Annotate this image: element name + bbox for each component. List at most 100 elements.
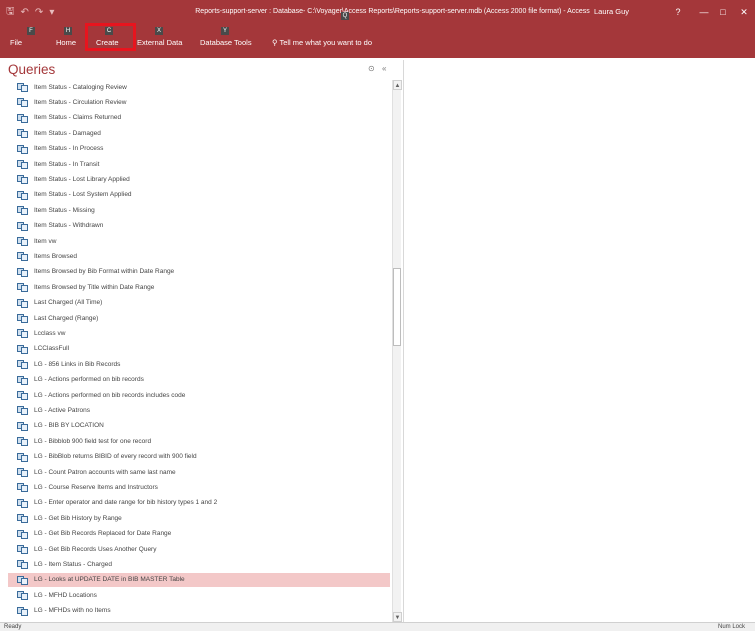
query-list-item[interactable]: LG - Get Bib Records Replaced for Date R… <box>8 527 390 541</box>
query-icon <box>17 97 29 108</box>
query-list-item[interactable]: Item Status - In Transit <box>8 157 390 171</box>
maximize-button[interactable]: □ <box>713 0 733 24</box>
status-text: Ready <box>4 624 22 630</box>
query-item-label: LG - Get Bib History by Range <box>34 514 122 522</box>
query-item-label: Item Status - Withdrawn <box>34 222 104 230</box>
query-list-item[interactable]: Item Status - Cataloging Review <box>8 80 390 94</box>
query-icon <box>17 529 29 539</box>
query-item-label: LG - Get Bib Records Replaced for Date R… <box>34 530 172 538</box>
tab-database-tools[interactable]: Database Tools <box>200 38 252 47</box>
nav-pane-header: Queries ⊙ « <box>8 60 404 80</box>
help-button[interactable]: ? <box>668 0 688 24</box>
query-item-label: LG - Course Reserve Items and Instructor… <box>34 483 158 491</box>
query-icon <box>17 482 29 493</box>
query-icon <box>17 159 29 169</box>
vertical-scrollbar[interactable]: ▲ ▼ <box>392 80 402 622</box>
query-list-item[interactable]: Item Status - Lost System Applied <box>8 188 390 202</box>
query-list-item[interactable]: LG - 856 Links in Bib Records <box>8 357 390 371</box>
scrollbar-thumb[interactable] <box>393 268 401 346</box>
query-list-item[interactable]: Items Browsed by Bib Format within Date … <box>8 265 390 279</box>
query-list-item[interactable]: LG - Course Reserve Items and Instructor… <box>8 480 390 494</box>
query-icon <box>17 513 29 524</box>
query-list-item[interactable]: LG - Active Patrons <box>8 403 390 417</box>
query-item-label: Item Status - Lost Library Applied <box>34 175 130 183</box>
nav-pane-title[interactable]: Queries <box>8 62 55 77</box>
query-icon <box>17 421 29 431</box>
query-icon <box>17 313 29 323</box>
query-list-item[interactable]: Last Charged (Range) <box>8 311 390 325</box>
query-item-label: Items Browsed <box>34 252 77 260</box>
minimize-button[interactable]: — <box>694 0 714 24</box>
scroll-down-arrow-icon[interactable]: ▼ <box>393 612 402 622</box>
tab-external-data[interactable]: External Data <box>137 38 182 47</box>
nav-pane-menu-icon[interactable]: ⊙ <box>368 64 375 73</box>
query-item-label: LCClassFull <box>34 345 70 353</box>
query-list-item[interactable]: Items Browsed by Title within Date Range <box>8 280 390 294</box>
query-icon <box>17 267 29 277</box>
query-item-label: LG - Item Status - Charged <box>34 560 113 568</box>
document-area <box>404 60 755 622</box>
query-list-item[interactable]: Item Status - Withdrawn <box>8 219 390 233</box>
query-list-item[interactable]: LG - Get Bib Records Uses Another Query <box>8 542 390 556</box>
tell-me-label: Tell me what you want to do <box>279 38 373 47</box>
query-icon <box>17 236 29 246</box>
query-list-item[interactable]: LCClassFull <box>8 342 390 356</box>
query-list-item[interactable]: Item Status - Lost Library Applied <box>8 172 390 186</box>
query-item-label: Lcclass vw <box>34 329 66 337</box>
query-item-label: Item Status - Cataloging Review <box>34 83 127 91</box>
query-list-item[interactable]: LG - MFHD Locations <box>8 588 390 602</box>
query-icon <box>17 452 29 462</box>
query-list-item[interactable]: Item Status - Circulation Review <box>8 95 390 109</box>
query-icon <box>17 282 29 293</box>
query-item-label: Item Status - In Process <box>34 145 104 153</box>
query-list-item[interactable]: Item vw <box>8 234 390 248</box>
query-list-item[interactable]: LG - Actions performed on bib records in… <box>8 388 390 402</box>
query-item-label: LG - Bibblob 900 field test for one reco… <box>34 437 152 445</box>
query-list-item[interactable]: Items Browsed <box>8 249 390 263</box>
query-item-label: Item Status - Claims Returned <box>34 114 122 122</box>
query-list-item[interactable]: LG - Looks at UPDATE DATE in BIB MASTER … <box>8 572 390 587</box>
query-icon <box>17 205 29 216</box>
query-icon <box>17 559 29 570</box>
query-list-item[interactable]: Item Status - Damaged <box>8 126 390 140</box>
query-list-item[interactable]: Item Status - Missing <box>8 203 390 217</box>
query-list-item[interactable]: LG - Get Bib History by Range <box>8 511 390 525</box>
status-bar: Ready Num Lock <box>0 622 755 631</box>
query-icon <box>17 606 29 616</box>
keytip-file: F <box>27 27 35 35</box>
query-list-item[interactable]: LG - Actions performed on bib records <box>8 373 390 387</box>
query-list-item[interactable]: LG - BibBlob returns BIBID of every reco… <box>8 450 390 464</box>
query-list-item[interactable]: LG - BIB BY LOCATION <box>8 419 390 433</box>
close-button[interactable]: ✕ <box>734 0 754 24</box>
query-icon <box>17 221 29 231</box>
query-list-item[interactable]: LG - Enter operator and date range for b… <box>8 496 390 510</box>
tell-me-search[interactable]: ⚲ Tell me what you want to do <box>272 38 372 47</box>
query-icon <box>17 498 29 508</box>
query-item-label: Last Charged (Range) <box>34 314 99 322</box>
query-list-item[interactable]: LG - Bibblob 900 field test for one reco… <box>8 434 390 448</box>
query-item-label: LG - BibBlob returns BIBID of every reco… <box>34 453 197 461</box>
query-list-item[interactable]: Item Status - In Process <box>8 142 390 156</box>
keytip-tell-me: Q <box>341 12 349 20</box>
keytip-database-tools: Y <box>221 27 229 35</box>
query-icon <box>17 190 29 200</box>
query-icon <box>17 390 29 400</box>
query-item-label: Item Status - In Transit <box>34 160 100 168</box>
query-list-item[interactable]: LG - Item Status - Charged <box>8 557 390 571</box>
tab-home[interactable]: Home <box>56 38 76 47</box>
query-item-label: LG - Actions performed on bib records <box>34 376 144 384</box>
query-item-label: LG - Looks at UPDATE DATE in BIB MASTER … <box>34 576 185 584</box>
query-list-item[interactable]: Lcclass vw <box>8 326 390 340</box>
query-list-item[interactable]: LG - Count Patron accounts with same las… <box>8 465 390 479</box>
query-list-item[interactable]: Item Status - Claims Returned <box>8 111 390 125</box>
query-list-item[interactable]: LG - MFHDs with no Items <box>8 604 390 618</box>
shutter-bar-close-icon[interactable]: « <box>382 64 386 73</box>
query-item-label: Item vw <box>34 237 57 245</box>
query-item-label: Item Status - Circulation Review <box>34 98 127 106</box>
tab-file[interactable]: File <box>10 38 22 47</box>
user-name[interactable]: Laura Guy <box>594 0 629 24</box>
query-icon <box>17 544 29 554</box>
scroll-up-arrow-icon[interactable]: ▲ <box>393 80 402 90</box>
navigation-pane: Queries ⊙ « Item Status - Cataloging Rev… <box>8 60 404 622</box>
query-list-item[interactable]: Last Charged (All Time) <box>8 296 390 310</box>
